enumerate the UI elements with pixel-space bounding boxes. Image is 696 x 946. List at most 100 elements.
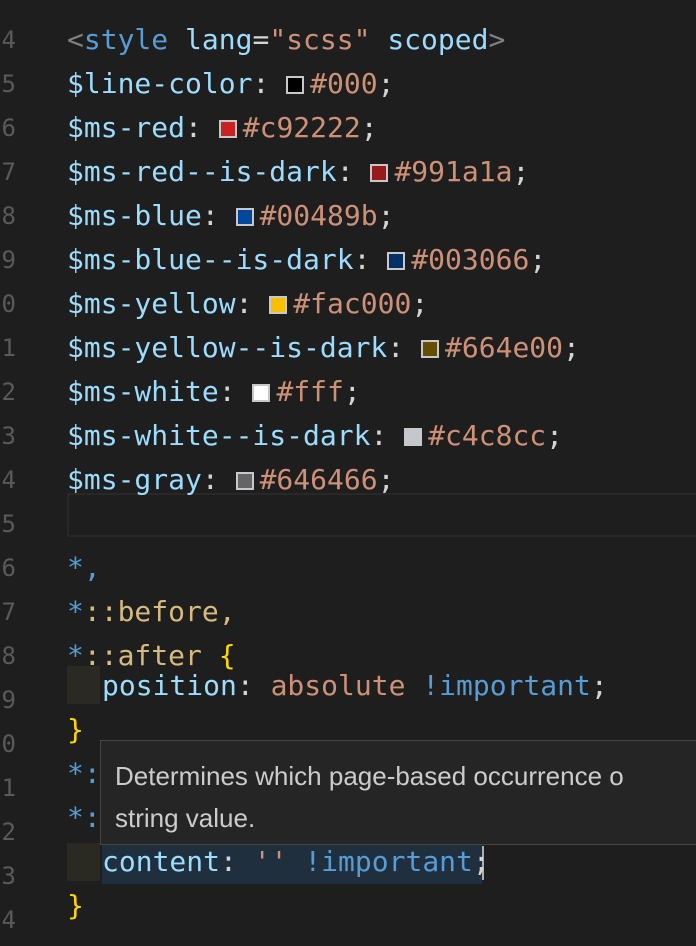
color-value: #fff — [276, 375, 344, 408]
code-line[interactable]: $ms-red: #c92222; — [67, 106, 378, 150]
line-number: 4 — [1, 466, 16, 494]
attribute-name: lang — [185, 23, 253, 56]
color-swatch-icon[interactable] — [286, 76, 305, 94]
close-brace: } — [67, 889, 84, 922]
indent-guide — [67, 843, 100, 881]
color-swatch-icon[interactable] — [235, 208, 254, 226]
semicolon: ; — [472, 845, 490, 878]
universal-selector: *: — [67, 801, 101, 834]
line-number: 4 — [1, 906, 16, 934]
color-swatch-icon[interactable] — [421, 340, 440, 358]
colon: : — [201, 199, 236, 232]
tooltip-text: string value. — [115, 803, 256, 833]
variable-name: $ms-yellow--is-dark — [67, 331, 388, 364]
variable-name: $ms-red — [67, 111, 186, 144]
semicolon: ; — [546, 419, 564, 452]
variable-name: $ms-red--is-dark — [67, 155, 337, 188]
code-line[interactable]: content: '' !important; — [102, 840, 490, 884]
colon: : — [353, 243, 388, 276]
universal-selector: *: — [67, 757, 101, 790]
code-line[interactable]: $ms-yellow--is-dark: #664e00; — [67, 326, 580, 370]
variable-name: $line-color — [67, 67, 253, 100]
code-line[interactable]: $ms-gray: #646466; — [67, 458, 394, 502]
line-number: 4 — [1, 26, 16, 54]
color-value: #664e00 — [445, 331, 564, 364]
semicolon: ; — [411, 287, 429, 320]
property-value: absolute — [270, 669, 406, 702]
property-name: content — [102, 845, 221, 878]
line-number: 6 — [1, 554, 16, 582]
colon: : — [185, 111, 219, 144]
code-line[interactable]: $ms-red--is-dark: #991a1a; — [67, 150, 529, 194]
line-number: 6 — [1, 114, 16, 142]
tag-open-bracket: < — [67, 23, 84, 56]
code-line[interactable]: } — [67, 884, 84, 928]
code-line[interactable]: <style lang="scss" scoped> — [67, 18, 505, 62]
semicolon: ; — [360, 111, 378, 144]
tag-close-bracket: > — [488, 23, 506, 56]
colon: : — [370, 419, 405, 452]
code-line[interactable]: } — [67, 708, 84, 752]
code-line[interactable]: *: — [67, 752, 101, 796]
colon: : — [235, 287, 270, 320]
semicolon: ; — [563, 331, 580, 364]
attribute-name: scoped — [387, 23, 489, 56]
code-line[interactable]: $ms-blue: #00489b; — [67, 194, 394, 238]
property-name: position — [102, 669, 237, 702]
line-number: 5 — [1, 510, 16, 538]
code-line[interactable]: $line-color: #000; — [67, 62, 394, 106]
code-line[interactable]: $ms-white: #fff; — [67, 370, 361, 414]
variable-name: $ms-blue — [67, 199, 202, 232]
equals-sign: = — [252, 23, 270, 56]
semicolon: ; — [377, 67, 395, 100]
line-number: 0 — [1, 730, 16, 758]
code-line[interactable]: $ms-yellow: #fac000; — [67, 282, 428, 326]
color-swatch-icon[interactable] — [387, 252, 406, 270]
colon: : — [220, 845, 254, 878]
semicolon: ; — [377, 463, 395, 496]
semicolon: ; — [529, 243, 547, 276]
code-line[interactable]: *::before, — [67, 590, 236, 634]
color-swatch-icon[interactable] — [252, 384, 271, 402]
color-value: #646466 — [259, 463, 378, 496]
colon: : — [336, 155, 371, 188]
colon: : — [236, 669, 271, 702]
code-line[interactable]: *, — [67, 546, 101, 590]
code-line[interactable]: $ms-blue--is-dark: #003066; — [67, 238, 546, 282]
variable-name: $ms-blue--is-dark — [67, 243, 354, 276]
code-editor[interactable]: 4 5 6 7 8 9 0 1 2 3 4 5 6 7 8 9 0 1 2 3 … — [0, 0, 696, 946]
color-swatch-icon[interactable] — [235, 472, 254, 490]
universal-selector: * — [67, 595, 84, 628]
tag-name: style — [83, 23, 169, 56]
color-value: #000 — [310, 67, 378, 100]
line-number: 3 — [1, 862, 16, 890]
color-swatch-icon[interactable] — [218, 120, 237, 138]
variable-name: $ms-yellow — [67, 287, 236, 320]
variable-name: $ms-white--is-dark — [67, 419, 371, 452]
color-swatch-icon[interactable] — [404, 428, 423, 446]
important-flag: !important — [422, 669, 591, 702]
colon: : — [201, 463, 236, 496]
color-value: #991a1a — [394, 155, 513, 188]
line-number: 0 — [1, 290, 16, 318]
color-value: #00489b — [259, 199, 378, 232]
code-line[interactable]: *: — [67, 796, 101, 840]
line-number: 3 — [1, 422, 16, 450]
line-number: 7 — [1, 598, 16, 626]
variable-name: $ms-white — [67, 375, 219, 408]
color-value: #fac000 — [293, 287, 412, 320]
line-number: 8 — [1, 642, 16, 670]
pseudo-element: ::before, — [83, 595, 236, 628]
code-line[interactable]: $ms-white--is-dark: #c4c8cc; — [67, 414, 563, 458]
semicolon: ; — [590, 669, 608, 702]
important-flag: !important — [304, 845, 473, 878]
color-value: #c4c8cc — [428, 419, 547, 452]
code-line[interactable]: position: absolute !important; — [102, 664, 608, 708]
line-number: 9 — [1, 246, 16, 274]
color-swatch-icon[interactable] — [370, 164, 389, 182]
color-value: #c92222 — [242, 111, 361, 144]
property-value: '' — [253, 845, 288, 878]
color-swatch-icon[interactable] — [269, 296, 288, 314]
line-number: 9 — [1, 686, 16, 714]
line-number: 1 — [1, 334, 16, 362]
